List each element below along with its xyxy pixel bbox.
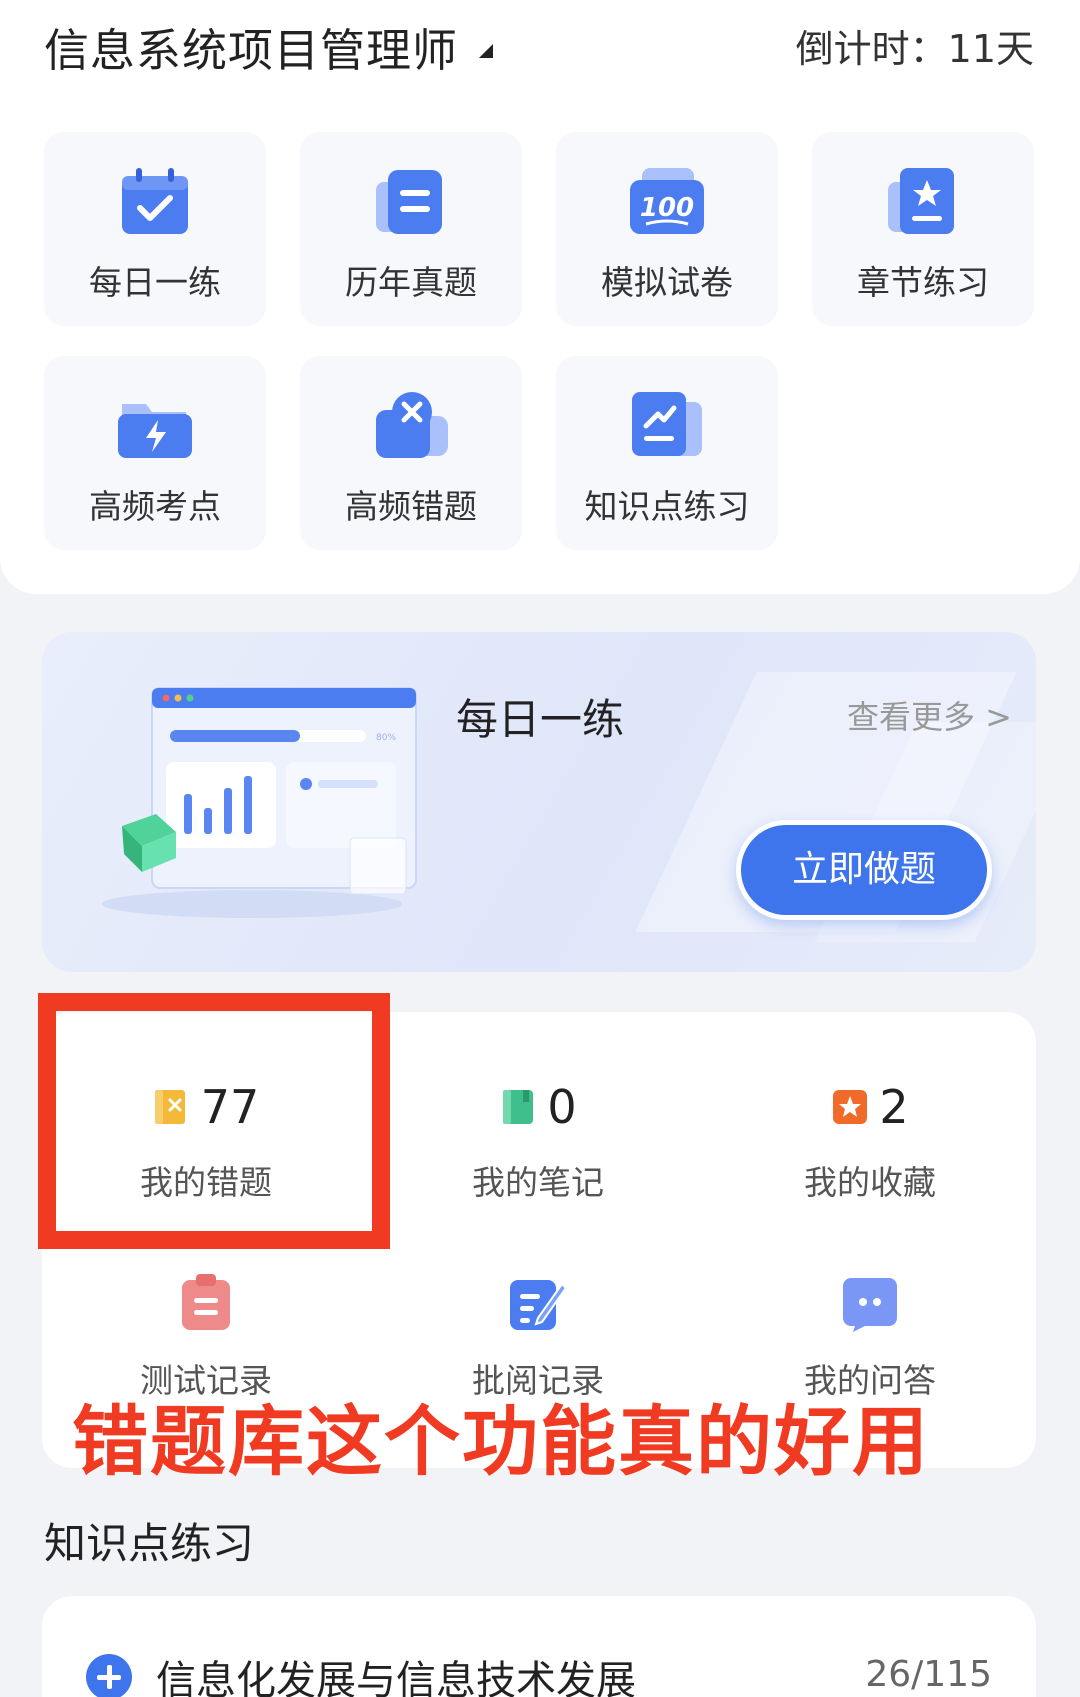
svg-text:100: 100 — [640, 193, 694, 223]
illustration-progress-label: 80% — [376, 733, 396, 743]
exam-title-selector[interactable]: 信息系统项目管理师 — [44, 14, 458, 79]
tile-label: 历年真题 — [345, 263, 477, 302]
tile-mock-exams[interactable]: 100 模拟试卷 — [556, 132, 778, 326]
star-book-icon — [888, 168, 954, 234]
tile-knowledge-practice[interactable]: 知识点练习 — [556, 356, 778, 550]
tile-label: 章节练习 — [857, 263, 989, 302]
stat-my-favorites[interactable]: 2 我的收藏 — [720, 1080, 1020, 1204]
view-more-link[interactable]: 查看更多 > — [847, 692, 1012, 738]
dropdown-triangle-icon[interactable] — [479, 44, 493, 58]
overlay-caption: 错题库这个功能真的好用 — [72, 1397, 930, 1486]
stat-value: 2 — [879, 1080, 909, 1134]
tile-label: 知识点练习 — [584, 487, 750, 526]
countdown-text: 倒计时：11天 — [795, 27, 1034, 71]
tile-daily-practice[interactable]: 每日一练 — [44, 132, 266, 326]
top-card: 信息系统项目管理师 倒计时：11天 每日一练 历年真题 100 模拟试卷 章节练… — [0, 0, 1080, 594]
stat-label: 我的笔记 — [472, 1163, 604, 1202]
section-title: 知识点练习 — [44, 1519, 255, 1568]
daily-practice-banner[interactable]: 80% 每日一练 查看更多 > 立即做题 — [42, 632, 1036, 972]
tile-label: 模拟试卷 — [601, 263, 733, 302]
favorite-star-icon — [833, 1090, 868, 1124]
lightning-folder-icon — [118, 404, 192, 458]
tile-label: 高频考点 — [89, 487, 221, 526]
stat-label: 我的收藏 — [804, 1163, 936, 1202]
score-100-icon: 100 — [630, 168, 704, 234]
list-item[interactable]: 信息化发展与信息技术发展 — [86, 1648, 636, 1697]
start-practice-button[interactable]: 立即做题 — [736, 820, 992, 920]
tile-label: 高频错题 — [345, 487, 477, 526]
notebook-icon — [503, 1090, 534, 1124]
calendar-check-icon — [122, 168, 188, 234]
tile-past-exams[interactable]: 历年真题 — [300, 132, 522, 326]
tile-chapter-practice[interactable]: 章节练习 — [812, 132, 1034, 326]
document-list-icon — [376, 170, 442, 234]
edit-list-icon — [510, 1280, 568, 1330]
tile-label: 每日一练 — [89, 263, 221, 302]
banner-title: 每日一练 — [456, 695, 625, 744]
stat-my-notes[interactable]: 0 我的笔记 — [388, 1080, 688, 1204]
expand-plus-icon[interactable] — [86, 1654, 132, 1697]
highlight-box — [38, 993, 390, 1249]
tile-frequent-points[interactable]: 高频考点 — [44, 356, 266, 550]
trend-chart-icon — [632, 392, 702, 456]
error-x-icon — [376, 392, 448, 458]
stat-value: 0 — [547, 1080, 577, 1134]
chat-bubble-icon — [843, 1278, 897, 1332]
list-item-label: 信息化发展与信息技术发展 — [156, 1658, 636, 1697]
knowledge-list-card: 信息化发展与信息技术发展 26/115 — [42, 1596, 1036, 1697]
clipboard-icon — [182, 1274, 230, 1330]
dashboard-illustration: 80% — [102, 687, 417, 918]
list-item-count: 26/115 — [865, 1654, 992, 1695]
tile-frequent-errors[interactable]: 高频错题 — [300, 356, 522, 550]
